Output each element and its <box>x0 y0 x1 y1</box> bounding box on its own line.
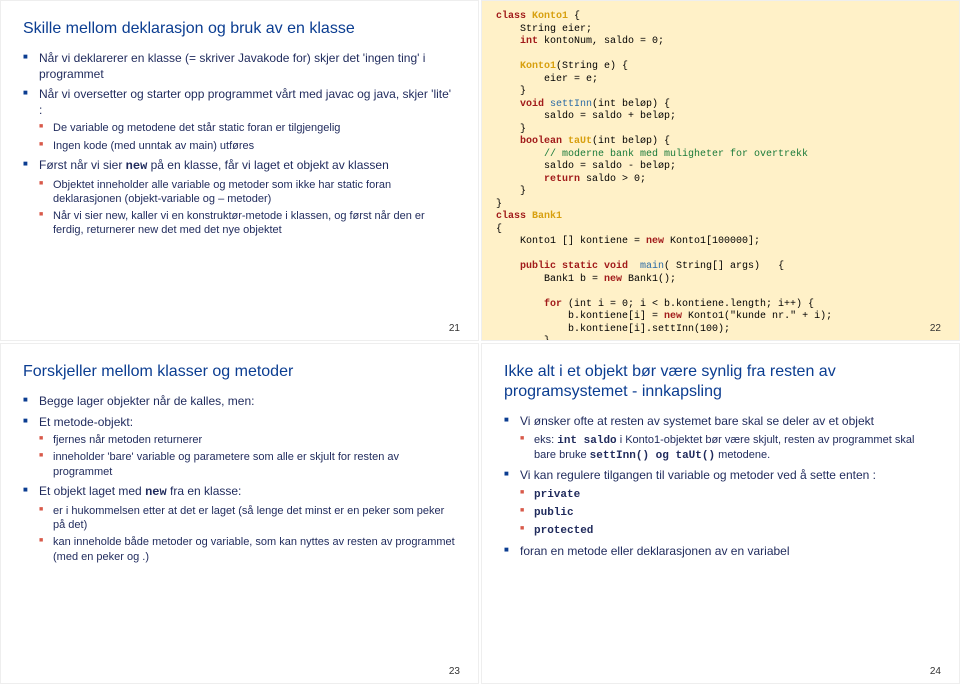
bullet-item: Begge lager objekter når de kalles, men: <box>23 394 456 410</box>
sub-list: Objektet inneholder alle variable og met… <box>39 178 456 238</box>
sub-item: public <box>520 505 937 520</box>
bullet-text: Vi kan regulere tilgangen til variable o… <box>520 468 876 482</box>
code-block: class Konto1 { String eier; int kontoNum… <box>496 11 945 341</box>
slide-title: Skille mellom deklarasjon og bruk av en … <box>23 19 456 39</box>
bullet-item: Først når vi sier new på en klasse, får … <box>23 158 456 238</box>
keyword-private: private <box>534 489 580 501</box>
slide-number: 22 <box>930 323 941 334</box>
sub-item: inneholder 'bare' variable og parametere… <box>39 450 456 479</box>
sub-item: Objektet inneholder alle variable og met… <box>39 178 456 207</box>
sub-item: kan inneholde både metoder og variable, … <box>39 535 456 564</box>
keyword-new: new <box>145 485 167 499</box>
bullet-item: Når vi oversetter og starter opp program… <box>23 87 456 153</box>
slide-23: Forskjeller mellom klasser og metoder Be… <box>0 343 479 684</box>
sub-text: metodene. <box>715 449 770 461</box>
bullet-item: foran en metode eller deklarasjonen av e… <box>504 544 937 560</box>
sub-list: fjernes når metoden returnerer inneholde… <box>39 433 456 479</box>
slide-22: class Konto1 { String eier; int kontoNum… <box>481 0 960 341</box>
slide-number: 23 <box>449 666 460 677</box>
bullet-text: Først når vi sier <box>39 158 126 172</box>
sub-list: private public protected <box>520 487 937 539</box>
slide-21: Skille mellom deklarasjon og bruk av en … <box>0 0 479 341</box>
bullet-text: Vi ønsker ofte at resten av systemet bar… <box>520 414 874 428</box>
sub-item: De variable og metodene det står static … <box>39 121 456 135</box>
bullet-text: Et metode-objekt: <box>39 415 133 429</box>
bullet-item: Når vi deklarerer en klasse (= skriver J… <box>23 51 456 82</box>
slide-title: Forskjeller mellom klasser og metoder <box>23 362 456 382</box>
bullet-text: på en klasse, får vi laget et objekt av … <box>147 158 388 172</box>
sub-list: eks: int saldo i Konto1-objektet bør vær… <box>520 433 937 464</box>
code-inline: settInn() <box>590 450 649 462</box>
bullet-text: Et objekt laget med <box>39 484 145 498</box>
bullet-item: Et metode-objekt: fjernes når metoden re… <box>23 415 456 479</box>
slide-number: 24 <box>930 666 941 677</box>
bullet-text: fra en klasse: <box>167 484 242 498</box>
sub-list: er i hukommelsen etter at det er laget (… <box>39 504 456 564</box>
sub-text: og <box>649 450 675 462</box>
bullet-list: Begge lager objekter når de kalles, men:… <box>23 394 456 564</box>
bullet-list: Vi ønsker ofte at resten av systemet bar… <box>504 414 937 559</box>
code-inline: int saldo <box>557 435 616 447</box>
sub-list: De variable og metodene det står static … <box>39 121 456 153</box>
bullet-item: Vi ønsker ofte at resten av systemet bar… <box>504 414 937 463</box>
sub-item: Ingen kode (med unntak av main) utføres <box>39 139 456 153</box>
slide-24: Ikke alt i et objekt bør være synlig fra… <box>481 343 960 684</box>
code-inline: taUt() <box>675 450 715 462</box>
slide-title: Ikke alt i et objekt bør være synlig fra… <box>504 362 937 402</box>
sub-item: private <box>520 487 937 502</box>
bullet-text: Når vi oversetter og starter opp program… <box>39 87 451 117</box>
sub-item: protected <box>520 523 937 538</box>
sub-item: er i hukommelsen etter at det er laget (… <box>39 504 456 533</box>
keyword-protected: protected <box>534 525 593 537</box>
bullet-item: Vi kan regulere tilgangen til variable o… <box>504 468 937 538</box>
sub-item: Når vi sier new, kaller vi en konstruktø… <box>39 209 456 238</box>
sub-item: eks: int saldo i Konto1-objektet bør vær… <box>520 433 937 464</box>
sub-text: eks: <box>534 434 557 446</box>
bullet-item: Et objekt laget med new fra en klasse: e… <box>23 484 456 564</box>
sub-item: fjernes når metoden returnerer <box>39 433 456 447</box>
bullet-list: Når vi deklarerer en klasse (= skriver J… <box>23 51 456 238</box>
slide-number: 21 <box>449 323 460 334</box>
keyword-new: new <box>126 159 148 173</box>
keyword-public: public <box>534 507 574 519</box>
